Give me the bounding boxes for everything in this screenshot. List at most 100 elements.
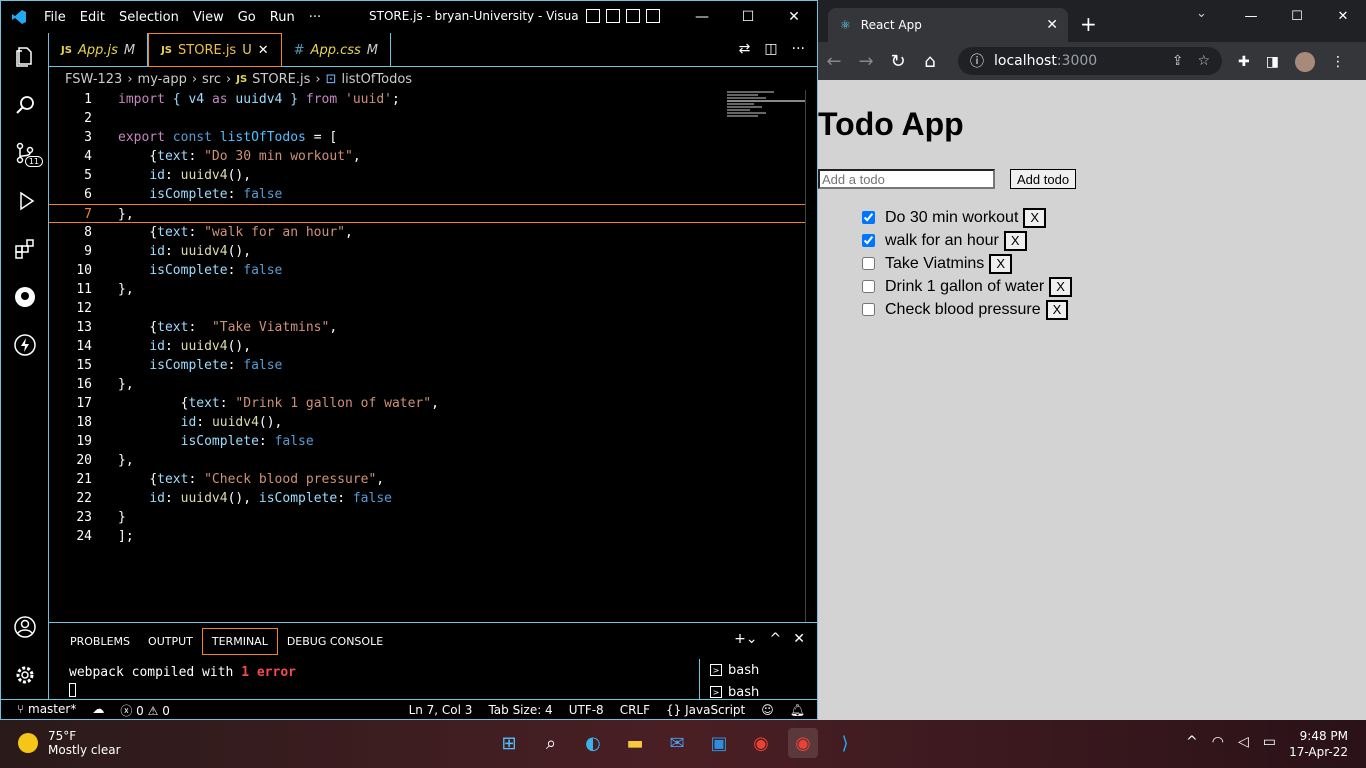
store-icon[interactable]: ▣ (704, 728, 734, 758)
start-icon[interactable]: ⊞ (494, 728, 524, 758)
mail-icon[interactable]: ✉ (662, 728, 692, 758)
chrome-icon[interactable]: ◉ (746, 728, 776, 758)
new-tab-icon[interactable]: + (1080, 12, 1097, 36)
tab-problems[interactable]: PROBLEMS (61, 629, 139, 654)
terminal-instance[interactable]: > bash (700, 659, 817, 681)
side-panel-icon[interactable]: ◨ (1266, 54, 1279, 70)
source-control-icon[interactable]: 11 (1, 129, 49, 177)
cursor-position[interactable]: Ln 7, Col 3 (409, 703, 473, 717)
search-icon[interactable] (1, 81, 49, 129)
delete-todo-button[interactable]: X (989, 253, 1012, 274)
branch-status[interactable]: ⑂ master* (17, 702, 76, 719)
close-icon[interactable]: ✕ (1320, 0, 1366, 32)
address-bar[interactable]: ⓘ localhost:3000 ⇪ ☆ (958, 47, 1222, 75)
toggle-sidebar-icon[interactable] (586, 9, 600, 23)
menu-view[interactable]: View (186, 10, 231, 25)
minimize-icon[interactable]: — (679, 1, 725, 33)
reload-icon[interactable]: ↻ (882, 51, 914, 72)
editor-scrollbar[interactable] (805, 90, 817, 622)
menu-more[interactable]: ··· (302, 10, 328, 25)
star-icon[interactable]: ☆ (1197, 53, 1210, 69)
maximize-icon[interactable]: ☐ (725, 1, 771, 33)
github-icon[interactable] (1, 273, 49, 321)
todo-checkbox[interactable] (862, 234, 875, 247)
tab-output[interactable]: OUTPUT (139, 629, 202, 654)
close-icon[interactable]: ✕ (771, 1, 817, 33)
breadcrumb-item[interactable]: src (202, 72, 221, 87)
extensions-puzzle-icon[interactable]: ✚ (1238, 54, 1250, 70)
tab-store-js[interactable]: JS STORE.js U ✕ (148, 33, 282, 67)
share-icon[interactable]: ⇪ (1172, 53, 1184, 69)
new-terminal-icon[interactable]: +⌄ (734, 631, 757, 647)
todo-checkbox[interactable] (862, 280, 875, 293)
tab-app-js[interactable]: JS App.js M (49, 33, 149, 67)
run-debug-icon[interactable] (1, 177, 49, 225)
close-tab-icon[interactable]: ✕ (258, 43, 269, 58)
todo-checkbox[interactable] (862, 303, 875, 316)
close-tab-icon[interactable]: ✕ (1046, 17, 1058, 33)
add-todo-button[interactable]: Add todo (1010, 169, 1077, 189)
vscode-icon[interactable]: ⟩ (830, 728, 860, 758)
tab-terminal[interactable]: TERMINAL (201, 627, 278, 655)
toggle-panel-icon[interactable] (606, 9, 620, 23)
split-editor-icon[interactable]: ◫ (764, 41, 777, 57)
todo-checkbox[interactable] (862, 211, 875, 224)
chrome-menu-icon[interactable]: ⋮ (1331, 54, 1345, 70)
menu-go[interactable]: Go (231, 10, 263, 25)
chrome-profile-icon[interactable]: ◉ (788, 728, 818, 758)
tab-app-css[interactable]: # App.css M (282, 33, 391, 67)
notifications-icon[interactable]: 🔔︎ (790, 703, 805, 717)
close-panel-icon[interactable]: ✕ (793, 631, 805, 647)
encoding[interactable]: UTF-8 (569, 703, 604, 717)
menu-file[interactable]: File (37, 10, 73, 25)
clock[interactable]: 9:48 PM 17-Apr-22 (1289, 728, 1348, 760)
menu-selection[interactable]: Selection (112, 10, 186, 25)
breadcrumb-item[interactable]: listOfTodos (341, 72, 412, 87)
more-actions-icon[interactable]: ··· (792, 41, 805, 57)
breadcrumb-item[interactable]: my-app (138, 72, 187, 87)
delete-todo-button[interactable]: X (1023, 207, 1047, 228)
terminal-output[interactable]: webpack compiled with 1 error (69, 665, 296, 701)
thunder-client-icon[interactable] (1, 321, 49, 369)
maximize-icon[interactable]: ☐ (1274, 0, 1320, 32)
code-editor[interactable]: 1 import { v4 as uuidv4 } from 'uuid'; 2 … (49, 90, 805, 622)
extensions-icon[interactable] (1, 225, 49, 273)
todo-checkbox[interactable] (862, 257, 875, 270)
menu-edit[interactable]: Edit (73, 10, 112, 25)
delete-todo-button[interactable]: X (1003, 230, 1027, 251)
compare-changes-icon[interactable]: ⇄ (739, 41, 751, 57)
back-icon[interactable]: ← (818, 51, 850, 72)
info-icon[interactable]: ⓘ (970, 51, 984, 71)
tab-size[interactable]: Tab Size: 4 (488, 703, 552, 717)
profile-avatar[interactable] (1294, 52, 1315, 72)
volume-icon[interactable]: ◁ (1238, 734, 1249, 750)
chevron-up-icon[interactable]: ^ (1186, 734, 1198, 750)
breadcrumb-item[interactable]: STORE.js (252, 72, 310, 87)
settings-gear-icon[interactable] (1, 651, 49, 699)
minimize-icon[interactable]: — (1228, 0, 1274, 32)
browser-tab[interactable]: ⚛ React App ✕ (828, 8, 1068, 42)
tab-debug-console[interactable]: DEBUG CONSOLE (278, 629, 392, 654)
language-mode[interactable]: {} JavaScript (666, 703, 745, 717)
customize-layout-icon[interactable] (646, 9, 660, 23)
explorer-icon[interactable] (1, 33, 49, 81)
maximize-panel-icon[interactable]: ^ (770, 631, 782, 647)
forward-icon[interactable]: → (850, 51, 882, 72)
wifi-icon[interactable]: ◠ (1212, 734, 1224, 750)
search-icon[interactable]: ⌕ (536, 728, 566, 758)
menu-run[interactable]: Run (263, 10, 302, 25)
todo-input[interactable] (818, 169, 995, 189)
accounts-icon[interactable] (1, 603, 49, 651)
breadcrumb-item[interactable]: FSW-123 (65, 72, 122, 87)
edge-icon[interactable]: ◐ (578, 728, 608, 758)
chevron-down-icon[interactable]: ⌄ (1196, 6, 1207, 21)
problems-status[interactable]: ⓧ 0 ⚠ 0 (120, 702, 170, 719)
delete-todo-button[interactable]: X (1049, 276, 1072, 297)
file-explorer-icon[interactable]: ▬ (620, 728, 650, 758)
sync-icon[interactable]: ☁ (92, 702, 104, 719)
feedback-icon[interactable]: ☺ (761, 703, 774, 717)
battery-icon[interactable]: ▭ (1263, 734, 1276, 750)
weather-widget[interactable]: 75°F Mostly clear (18, 729, 121, 757)
delete-todo-button[interactable]: X (1045, 299, 1069, 320)
home-icon[interactable]: ⌂ (914, 51, 946, 72)
